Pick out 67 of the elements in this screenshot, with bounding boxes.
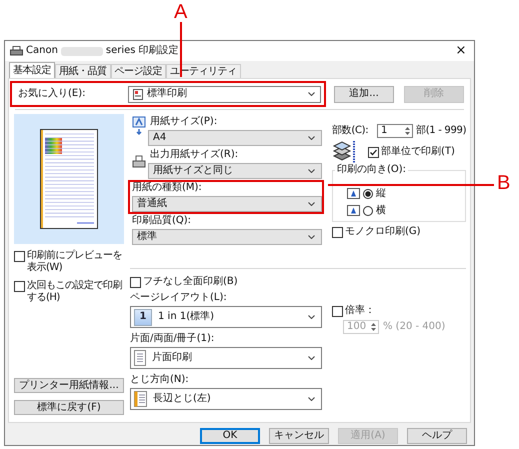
checkbox-option[interactable]: モノクロ印刷(G) <box>332 226 466 238</box>
chevron-icon <box>308 235 315 239</box>
chevron-icon <box>308 315 315 319</box>
window-title: series 印刷設定 <box>106 45 179 57</box>
redaction-mark <box>60 46 103 56</box>
tab[interactable]: ページ設定 <box>110 64 166 78</box>
close-button[interactable]: × <box>448 42 474 60</box>
dropdown[interactable]: 1 1 in 1(標準) <box>130 306 322 328</box>
field-label: 出力用紙サイズ(R): <box>150 149 238 161</box>
dialog-button[interactable]: ヘルプ <box>407 428 467 444</box>
checkbox-option[interactable]: フチなし全面印刷(B) <box>130 276 322 288</box>
favorites-label: お気に入り(E): <box>18 88 86 100</box>
favorites-dropdown[interactable]: 標準印刷 <box>128 86 321 102</box>
document-icon <box>133 88 143 100</box>
dropdown[interactable]: 片面印刷 <box>130 347 322 369</box>
panel-button[interactable]: プリンター用紙情報... <box>14 378 124 393</box>
window-title: Canon <box>26 45 58 57</box>
dropdown[interactable]: 標準 <box>132 229 322 245</box>
callout-line <box>180 22 182 77</box>
radio-option[interactable]: 横 <box>347 202 462 219</box>
panel-button[interactable]: 標準に戻す(F) <box>14 400 124 415</box>
copies-spinbox[interactable]: 1 <box>377 124 413 138</box>
copies-range: 部(1 - 999) <box>416 125 466 137</box>
dropdown[interactable]: 用紙サイズと同じ <box>148 163 322 179</box>
printer-icon <box>10 46 23 56</box>
field-label: 印刷品質(Q): <box>132 215 192 227</box>
checkbox[interactable] <box>130 276 141 288</box>
document-icon <box>134 350 146 366</box>
chevron-icon <box>308 356 315 360</box>
checkbox[interactable] <box>14 251 25 262</box>
chevron-icon <box>308 397 315 401</box>
chevron-icon <box>308 92 315 96</box>
page-layout-icon: 1 <box>134 308 152 326</box>
field-label: 用紙サイズ(P): <box>150 116 218 128</box>
scale-range: % (20 - 400) <box>383 321 446 333</box>
checkbox-option[interactable]: 次回もこの設定で印刷する(H) <box>14 280 124 304</box>
checkbox[interactable] <box>368 146 379 158</box>
radio-option[interactable]: 縦 <box>347 185 462 202</box>
tab[interactable]: 用紙・品質 <box>55 64 110 78</box>
printer-icon <box>132 155 146 169</box>
field-label: ページレイアウト(L): <box>130 292 228 304</box>
checkbox[interactable] <box>332 226 343 238</box>
paper-size-icon <box>132 116 146 136</box>
dropdown[interactable]: A4 <box>148 130 322 146</box>
dropdown[interactable]: 普通紙 <box>132 196 322 212</box>
dialog-button[interactable]: OK <box>200 428 260 444</box>
checkbox[interactable] <box>14 281 25 292</box>
callout-letter: B <box>497 173 510 193</box>
chevron-icon <box>308 136 315 140</box>
group-label: 印刷の向き(O): <box>336 164 408 176</box>
binding-icon <box>134 391 147 407</box>
tab[interactable]: 基本設定 <box>9 62 55 78</box>
dropdown[interactable]: 長辺とじ(左) <box>130 388 322 410</box>
field-label: 片面/両面/冊子(1): <box>130 333 216 345</box>
spin-arrows-icon <box>370 322 377 332</box>
field-label: 用紙の種類(M): <box>132 182 202 194</box>
stacked-pages-icon <box>332 140 358 164</box>
chevron-icon <box>308 202 315 206</box>
checkbox-option[interactable]: 印刷前にプレビューを表示(W) <box>14 250 124 274</box>
dialog-button[interactable]: キャンセル <box>269 428 329 444</box>
field-label: とじ方向(N): <box>130 374 190 386</box>
spin-arrows-icon <box>404 126 411 136</box>
callout-letter: A <box>174 2 188 22</box>
chevron-icon <box>308 169 315 173</box>
copies-label: 部数(C): <box>332 125 370 137</box>
checkbox-option[interactable]: 部単位で印刷(T) <box>368 146 455 158</box>
favorite-button[interactable]: 追加... <box>334 86 394 102</box>
